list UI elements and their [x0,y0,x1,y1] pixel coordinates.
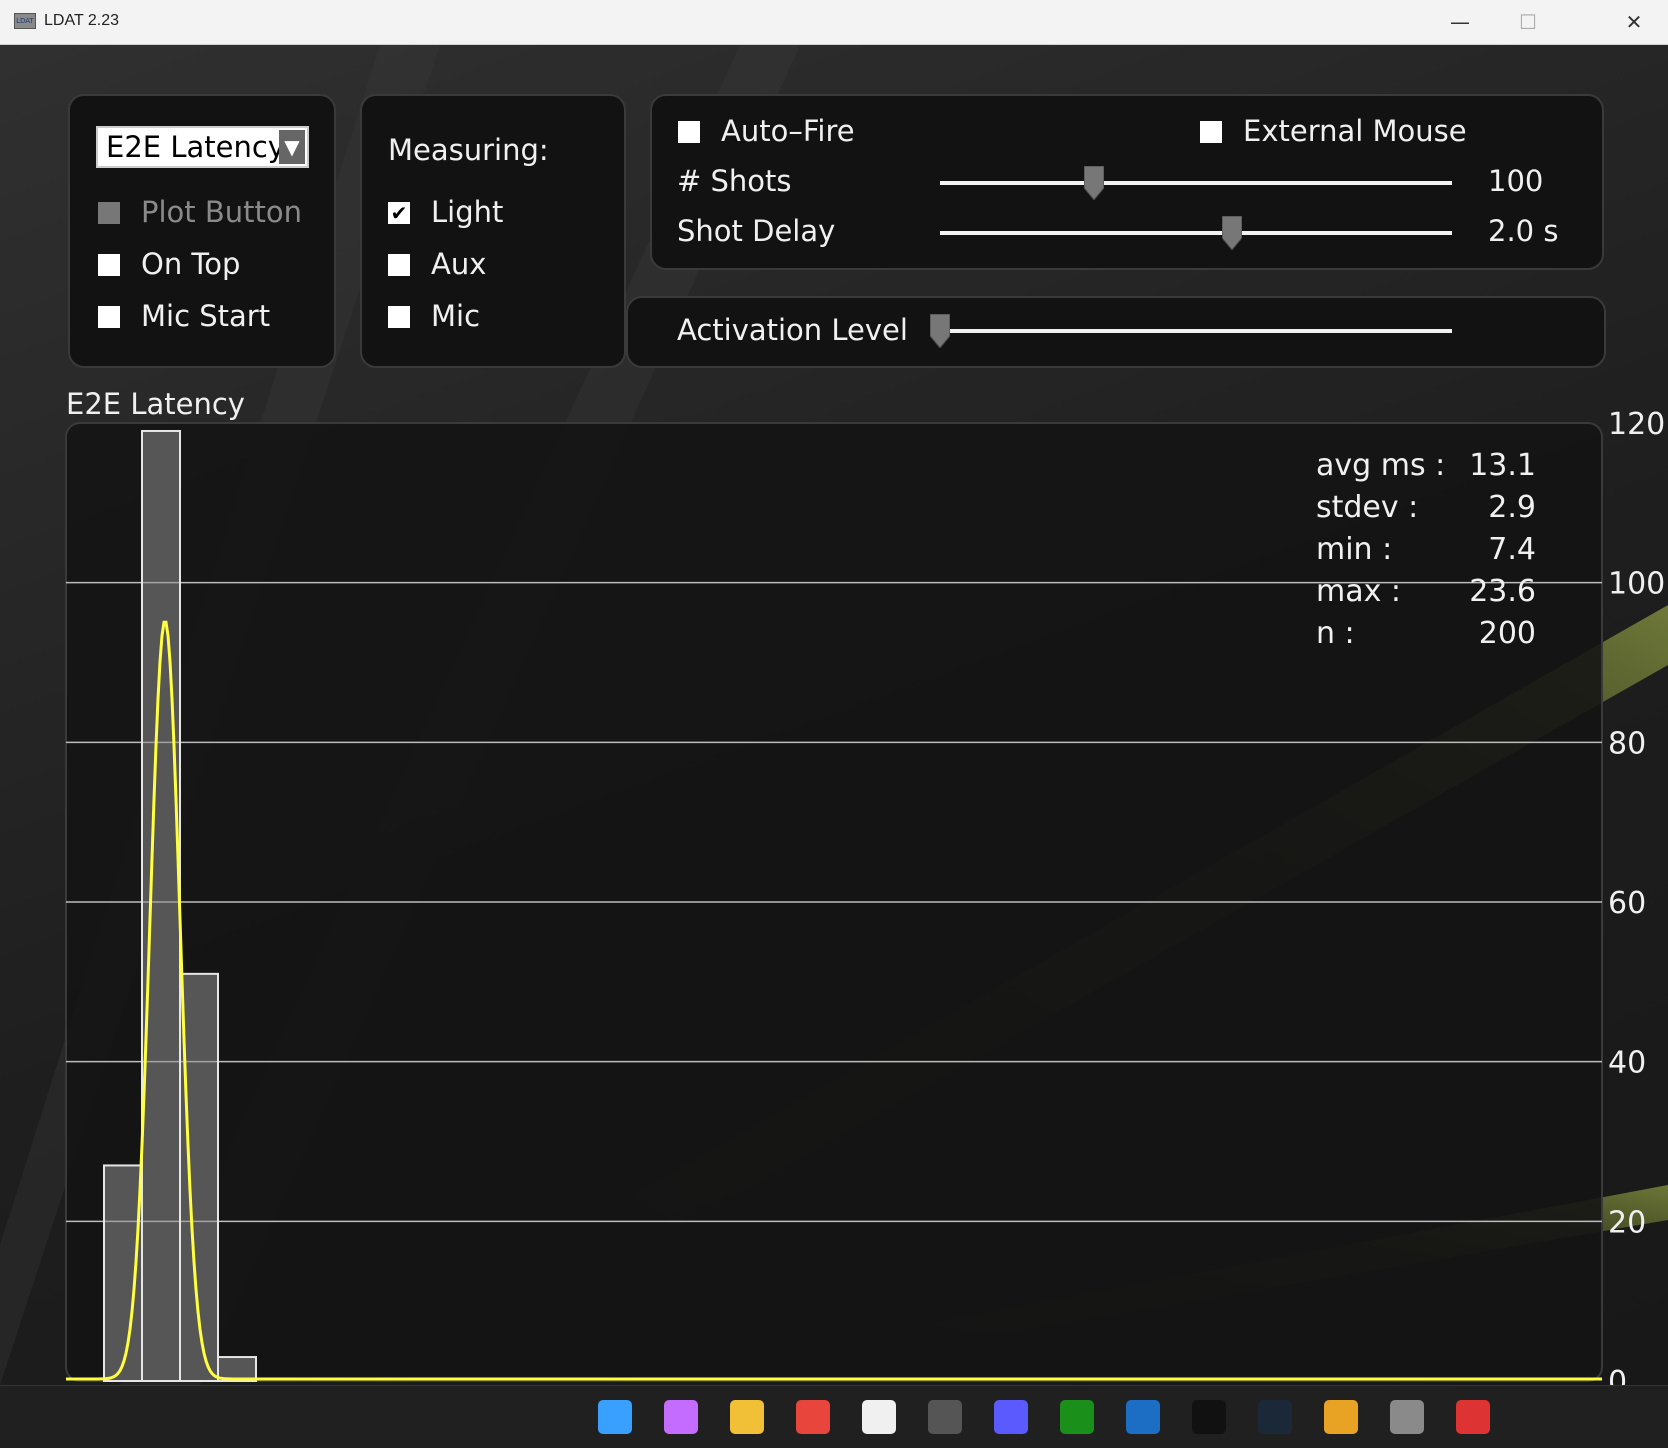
plot-button-checkbox [98,202,120,224]
windows-start-icon[interactable] [598,1400,632,1434]
mic-start-checkbox[interactable] [98,306,120,328]
on-top-checkbox[interactable] [98,254,120,276]
auto-fire-checkbox[interactable] [678,121,700,143]
on-top-label: On Top [141,247,241,281]
maximize-button[interactable]: ☐ [1494,0,1562,44]
microsoft-store-icon[interactable] [862,1400,896,1434]
chart-title: E2E Latency [66,387,245,421]
auto-fire-label: Auto–Fire [721,114,855,148]
ldat-taskbar-icon[interactable] [1390,1400,1424,1434]
copilot-icon[interactable] [664,1400,698,1434]
external-mouse-checkbox[interactable] [1200,121,1222,143]
external-mouse-label: External Mouse [1243,114,1467,148]
shots-slider-thumb[interactable] [1083,166,1104,200]
mode-dropdown[interactable]: E2E Latency ▼ [96,126,309,168]
stats-row: n : 200 [1316,616,1536,658]
taskbar [0,1385,1668,1448]
stat-key: max : [1316,574,1402,609]
shots-value: 100 [1488,164,1544,198]
mic-checkbox[interactable] [388,306,410,328]
chevron-down-icon[interactable]: ▼ [279,130,305,164]
taskbar-app-icon[interactable] [1126,1400,1160,1434]
mode-dropdown-value: E2E Latency [106,130,285,164]
xbox-icon[interactable] [1060,1400,1094,1434]
stats-row: max : 23.6 [1316,574,1536,616]
stat-value: 13.1 [1469,448,1536,483]
shot-delay-slider-thumb[interactable] [1221,216,1242,250]
stat-key: avg ms : [1316,448,1446,483]
mic-start-label: Mic Start [141,299,271,333]
unity-hub-icon[interactable] [928,1400,962,1434]
visual-studio-icon[interactable] [994,1400,1028,1434]
close-button[interactable]: ✕ [1600,0,1668,44]
window-title: LDAT 2.23 [44,12,120,29]
shot-delay-label: Shot Delay [677,214,836,248]
aux-checkbox[interactable] [388,254,410,276]
title-bar: LDAT LDAT 2.23 — ☐ ✕ [0,0,1668,45]
stats-row: stdev : 2.9 [1316,490,1536,532]
light-label: Light [431,195,504,229]
activation-level-label: Activation Level [677,313,908,347]
stat-value: 2.9 [1488,490,1536,525]
shots-label: # Shots [677,164,792,198]
stats-table: avg ms : 13.1 stdev : 2.9 min : 7.4 max … [1316,448,1536,658]
fortnite-icon[interactable] [1192,1400,1226,1434]
stats-row: min : 7.4 [1316,532,1536,574]
stat-key: n : [1316,616,1355,651]
stats-row: avg ms : 13.1 [1316,448,1536,490]
counter-strike-icon[interactable] [1324,1400,1358,1434]
shots-slider-track[interactable] [940,181,1452,185]
snipping-tool-icon[interactable] [1456,1400,1490,1434]
plot-button-label: Plot Button [141,195,303,229]
shot-delay-slider-track[interactable] [940,231,1452,235]
stat-value: 23.6 [1469,574,1536,609]
stat-value: 200 [1478,616,1536,651]
stat-key: min : [1316,532,1393,567]
file-explorer-icon[interactable] [730,1400,764,1434]
ldat-app-icon: LDAT [14,13,36,29]
aux-label: Aux [431,247,487,281]
stat-key: stdev : [1316,490,1419,525]
shot-delay-value: 2.0 s [1488,214,1559,248]
activation-level-slider-thumb[interactable] [930,314,950,348]
mic-label: Mic [431,299,481,333]
steam-icon[interactable] [1258,1400,1292,1434]
activation-level-slider-track[interactable] [930,329,1452,333]
measuring-title: Measuring: [388,133,549,167]
stat-value: 7.4 [1488,532,1536,567]
chrome-icon[interactable] [796,1400,830,1434]
minimize-button[interactable]: — [1426,0,1494,44]
light-checkbox[interactable]: ✔ [388,202,410,224]
